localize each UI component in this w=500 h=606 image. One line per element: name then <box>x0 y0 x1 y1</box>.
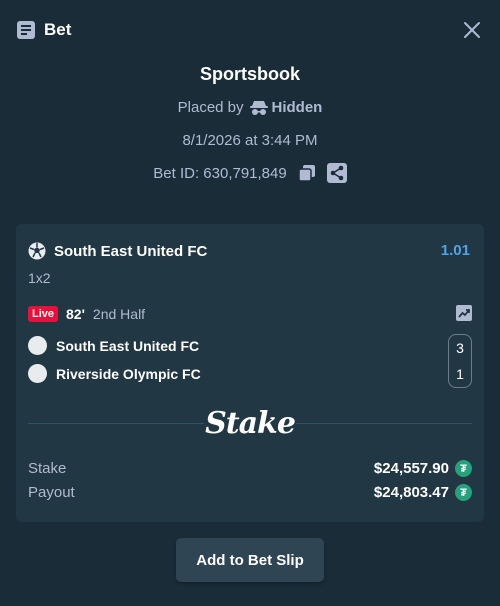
selection-name: South East United FC <box>54 242 208 260</box>
placed-by-username: Hidden <box>271 99 323 116</box>
soccer-ball-icon <box>28 242 46 260</box>
divider-right <box>296 423 472 424</box>
team-logo-icon <box>28 336 47 355</box>
bet-id: Bet ID: 630,791,849 <box>153 164 287 182</box>
market-name: 1x2 <box>28 270 51 286</box>
bet-date: 8/1/2026 at 3:44 PM <box>182 132 318 149</box>
home-score: 3 <box>456 340 464 356</box>
team-row-away: Riverside Olympic FC <box>28 364 201 383</box>
placed-by-row: Placed by Hidden <box>0 99 500 116</box>
payout-label: Payout <box>28 484 75 501</box>
bet-id-row: Bet ID: 630,791,849 <box>0 163 500 183</box>
payout-value: $24,803.47 <box>373 484 449 501</box>
modal-header: Bet <box>16 18 484 42</box>
payout-amount: $24,803.47 ₮ <box>374 484 472 501</box>
share-icon[interactable] <box>326 163 347 183</box>
placed-by-label: Placed by <box>177 99 244 116</box>
close-icon[interactable] <box>462 20 482 40</box>
bet-card: South East United FC 1.01 1x2 Live 82' 2… <box>16 224 484 522</box>
stake-amount: $24,557.90 ₮ <box>374 460 472 477</box>
add-to-bet-slip-button[interactable]: Add to Bet Slip <box>176 538 324 582</box>
sportsbook-title: Sportsbook <box>199 64 300 84</box>
usdt-icon: ₮ <box>455 484 472 501</box>
usdt-icon: ₮ <box>455 460 472 477</box>
bet-slip-icon <box>17 21 35 39</box>
team-name: South East United FC <box>56 337 200 354</box>
selection-row: South East United FC <box>28 242 207 260</box>
odds-value: 1.01 <box>440 242 470 259</box>
live-badge: Live <box>28 306 59 322</box>
team-logo-icon <box>28 364 47 383</box>
payout-row: Payout $24,803.47 ₮ <box>28 484 472 501</box>
match-period: 2nd Half <box>92 306 146 322</box>
placed-by-user: Hidden <box>249 99 323 116</box>
copy-icon[interactable] <box>297 163 317 183</box>
incognito-icon <box>249 100 268 115</box>
trending-chart-icon[interactable] <box>456 305 472 321</box>
modal-title: Bet <box>44 20 72 39</box>
scoreboard: 3 1 <box>448 334 472 388</box>
match-minute: 82' <box>66 306 85 322</box>
team-name: Riverside Olympic FC <box>56 365 201 382</box>
team-row-home: South East United FC <box>28 336 199 355</box>
stake-value: $24,557.90 <box>373 460 449 477</box>
stake-row: Stake $24,557.90 ₮ <box>28 460 472 477</box>
stake-label: Stake <box>28 460 67 477</box>
match-status-row: Live 82' 2nd Half <box>28 306 145 322</box>
away-score: 1 <box>456 366 464 382</box>
